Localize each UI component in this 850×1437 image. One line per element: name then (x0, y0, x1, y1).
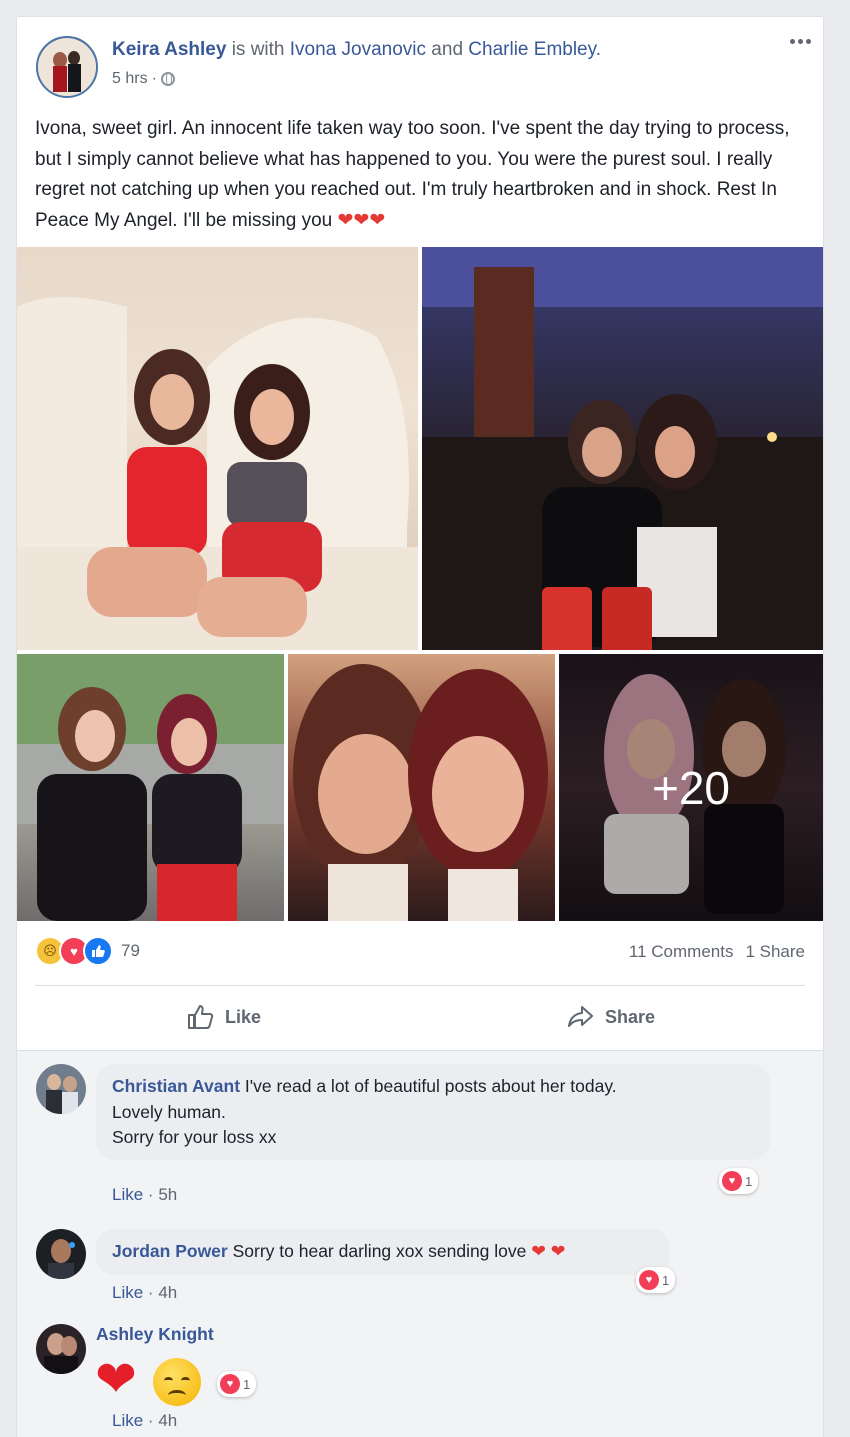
globe-icon[interactable] (160, 72, 175, 86)
comment-like-link[interactable]: Like (112, 1411, 143, 1430)
comment-reaction-count: 1 (745, 1173, 753, 1189)
comment-text: Sorry to hear darling xox sending love (232, 1241, 527, 1261)
photo-3[interactable] (17, 654, 284, 921)
comments-section: Christian Avant I've read a lot of beaut… (17, 1050, 823, 1437)
commenter-avatar[interactable] (36, 1324, 86, 1374)
more-photos-overlay[interactable]: +20 (559, 654, 823, 921)
comment-text: Lovely human. (112, 1101, 226, 1122)
commenter-name[interactable]: Christian Avant (112, 1076, 240, 1096)
comment-bubble: Christian Avant I've read a lot of beaut… (96, 1064, 770, 1160)
divider (35, 985, 805, 986)
comment-actions: Like · 4h (112, 1411, 177, 1431)
period: . (595, 39, 601, 60)
reactions-summary[interactable]: ☹ ♥ 79 (35, 935, 140, 967)
like-button[interactable]: Like (187, 1002, 261, 1032)
commenter-name[interactable]: Jordan Power (112, 1241, 228, 1261)
with-text: is with (226, 39, 290, 60)
comment-like-link[interactable]: Like (112, 1283, 143, 1302)
comment-actions: Like · 4h (112, 1283, 177, 1303)
photo-4[interactable] (288, 654, 555, 921)
comment-text: I've read a lot of beautiful posts about… (244, 1076, 617, 1096)
love-icon: ♥ (220, 1374, 240, 1394)
share-label: Share (605, 1006, 656, 1027)
author-name[interactable]: Keira Ashley (112, 39, 226, 60)
comment-reaction-count: 1 (243, 1376, 251, 1392)
comment-sep: · (147, 1283, 154, 1302)
and-text: and (426, 39, 469, 60)
post-time[interactable]: 5 hrs (112, 70, 148, 88)
author-line: Keira Ashley is with Ivona Jovanovic and… (112, 39, 601, 61)
comment-actions: Like · 5h (112, 1185, 177, 1205)
heart-emojis: ❤ ❤ (531, 1241, 566, 1261)
comment-bubble: Jordan Power Sorry to hear darling xox s… (96, 1229, 670, 1275)
reaction-count: 79 (121, 941, 140, 960)
post-body-text: Ivona, sweet girl. An innocent life take… (35, 118, 790, 231)
tagged-user-1[interactable]: Ivona Jovanovic (290, 39, 426, 60)
sad-face-emoji (153, 1358, 201, 1406)
love-icon: ♥ (722, 1171, 742, 1191)
photo-5[interactable]: +20 (559, 654, 823, 921)
post-card: Keira Ashley is with Ivona Jovanovic and… (16, 16, 824, 1437)
heart-emojis: ❤❤❤ (337, 209, 386, 231)
like-label: Like (225, 1006, 262, 1027)
comment-reaction[interactable]: ♥ 1 (719, 1168, 759, 1194)
comment-reaction[interactable]: ♥ 1 (217, 1371, 257, 1397)
photo-2[interactable] (422, 247, 823, 650)
love-icon: ♥ (639, 1270, 659, 1290)
comment-time[interactable]: 5h (158, 1185, 177, 1204)
comment-time[interactable]: 4h (158, 1283, 177, 1302)
photo-1[interactable] (17, 247, 418, 650)
comment-like-link[interactable]: Like (112, 1185, 143, 1204)
thumb-up-icon (188, 1005, 214, 1029)
commenter-avatar[interactable] (36, 1064, 86, 1114)
comment-time[interactable]: 4h (158, 1411, 177, 1430)
comment-reaction-count: 1 (662, 1272, 670, 1288)
heart-emoji: ❤ (95, 1351, 137, 1407)
author-avatar[interactable] (36, 36, 98, 98)
share-arrow-icon (568, 1006, 593, 1027)
commenter-name[interactable]: Ashley Knight (96, 1324, 214, 1345)
comments-count[interactable]: 11 Comments (629, 942, 734, 962)
tagged-user-2[interactable]: Charlie Embley (468, 39, 595, 60)
like-icon (83, 936, 113, 966)
comment-text: Sorry for your loss xx (112, 1127, 277, 1147)
post-meta: 5 hrs · (112, 70, 175, 88)
comment-sep: · (147, 1185, 154, 1204)
share-button[interactable]: Share (567, 1002, 655, 1032)
commenter-avatar[interactable] (36, 1229, 86, 1279)
meta-separator: · (151, 70, 157, 87)
comment-sep: · (147, 1411, 154, 1430)
post-body: Ivona, sweet girl. An innocent life take… (35, 114, 805, 236)
comment-reaction[interactable]: ♥ 1 (636, 1267, 676, 1293)
shares-count[interactable]: 1 Share (745, 942, 805, 962)
engagement-counts: 11 Comments 1 Share (629, 942, 805, 962)
more-options-icon[interactable] (790, 39, 811, 44)
